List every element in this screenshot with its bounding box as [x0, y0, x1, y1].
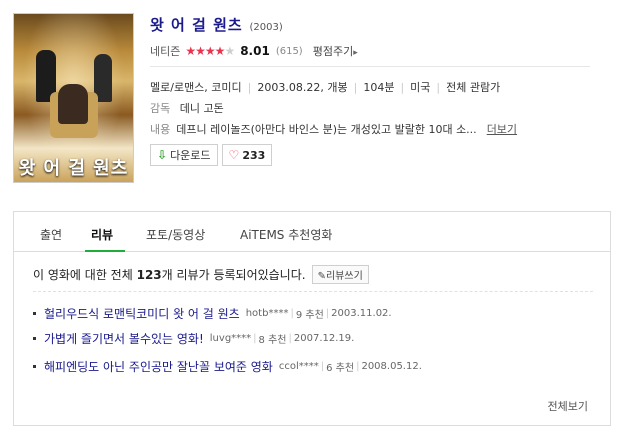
- review-date: 2008.05.12.: [361, 361, 422, 372]
- review-title[interactable]: 헐리우드식 로맨틱코미디 왓 어 걸 원츠: [44, 305, 240, 322]
- summary-row: 내용 데프니 레이놀즈(아만다 바인스 분)는 개성있고 발랄한 10대 소..…: [150, 121, 570, 137]
- movie-poster[interactable]: 왓 어 걸 원츠: [13, 13, 134, 183]
- review-recommend: 9 추천: [295, 310, 324, 321]
- review-user: luvg****: [209, 333, 252, 344]
- view-all-link[interactable]: 전체보기: [548, 398, 588, 414]
- separator: |: [247, 80, 252, 94]
- review-summary: 이 영화에 대한 전체 123 개 리뷰가 등록되어있습니다. ✎리뷰쓰기: [33, 265, 369, 284]
- separator: |: [400, 80, 405, 94]
- director-name[interactable]: 데니 고돈: [180, 102, 224, 115]
- title-row: 왓 어 걸 원츠 (2003): [150, 14, 283, 35]
- action-buttons: ⇩ 다운로드 ♡ 233: [150, 144, 276, 166]
- tab-bar: 출연 리뷰 포토/동영상 AiTEMS 추천영화: [14, 212, 610, 252]
- separator: |: [356, 361, 360, 372]
- write-review-label: 리뷰쓰기: [325, 271, 363, 282]
- review-date: 2003.11.02.: [331, 308, 392, 319]
- country: 미국: [410, 81, 431, 94]
- review-item: 헐리우드식 로맨틱코미디 왓 어 걸 원츠 hotb**** | 9 추천 | 20…: [33, 305, 392, 322]
- star-icon: ★: [195, 44, 206, 58]
- runtime: 104분: [363, 81, 395, 94]
- genre: 멜로/로맨스, 코미디: [150, 81, 242, 94]
- poster-figure-center: [58, 84, 88, 124]
- divider: [33, 291, 593, 292]
- bullet-icon: [33, 337, 36, 340]
- heart-icon: ♡: [228, 148, 240, 162]
- rate-link-label: 평점주기: [312, 45, 354, 58]
- like-count: 233: [242, 148, 266, 162]
- divider: [150, 66, 590, 67]
- rating-count: (615): [275, 45, 303, 57]
- star-rating: ★★★★★: [185, 44, 235, 58]
- star-icon: ★: [214, 44, 226, 58]
- chevron-right-icon: ▸: [353, 48, 358, 58]
- review-item: 가볍게 즐기면서 볼수있는 영화! luvg**** | 8 추천 | 2007.1…: [33, 330, 354, 347]
- review-user: hotb****: [245, 308, 289, 319]
- review-title[interactable]: 가볍게 즐기면서 볼수있는 영화!: [44, 330, 204, 347]
- star-empty-icon: ★: [224, 44, 235, 58]
- review-recommend: 6 추천: [326, 363, 355, 374]
- separator: |: [253, 333, 257, 344]
- more-link[interactable]: 더보기: [487, 121, 517, 137]
- review-summary-suffix: 개 리뷰가 등록되어있습니다.: [161, 268, 306, 282]
- poster-title: 왓 어 걸 원츠: [18, 158, 129, 179]
- bullet-icon: [33, 312, 36, 315]
- tab-review[interactable]: 리뷰: [91, 226, 113, 243]
- star-icon: ★: [185, 44, 196, 58]
- age-rating: 전체 관람가: [446, 81, 501, 94]
- download-icon: ⇩: [157, 148, 168, 162]
- review-recommend: 8 추천: [258, 335, 287, 346]
- separator: |: [320, 361, 325, 372]
- review-date: 2007.12.19.: [293, 333, 355, 344]
- review-item: 해피엔딩도 아닌 주인공만 잘난꼴 보여준 영화 ccol**** | 6 추천 |…: [33, 358, 422, 375]
- star-icon: ★: [204, 44, 216, 58]
- separator: |: [288, 333, 292, 344]
- rating-score: 8.01: [240, 44, 270, 58]
- pencil-icon: ✎: [317, 271, 326, 282]
- review-user: ccol****: [278, 361, 319, 372]
- tab-photo-video[interactable]: 포토/동영상: [146, 226, 205, 243]
- download-button[interactable]: ⇩ 다운로드: [150, 144, 218, 166]
- review-title[interactable]: 해피엔딩도 아닌 주인공만 잘난꼴 보여준 영화: [44, 358, 273, 375]
- tab-aitems[interactable]: AiTEMS 추천영화: [240, 226, 332, 243]
- rating-row: 네티즌 ★★★★★ 8.01 (615) 평점주기▸: [150, 43, 358, 59]
- separator: |: [353, 80, 358, 94]
- movie-year: (2003): [249, 22, 283, 33]
- summary-label: 내용: [150, 123, 171, 136]
- like-button[interactable]: ♡ 233: [221, 144, 273, 166]
- release-date: 2003.08.22, 개봉: [257, 81, 348, 94]
- rate-link[interactable]: 평점주기▸: [313, 43, 358, 59]
- director-label: 감독: [150, 102, 171, 115]
- director-row: 감독 데니 고돈: [150, 100, 224, 116]
- bullet-icon: [33, 365, 36, 368]
- rating-label: 네티즌: [150, 45, 181, 58]
- write-review-button[interactable]: ✎리뷰쓰기: [311, 265, 369, 284]
- movie-title[interactable]: 왓 어 걸 원츠: [150, 16, 243, 34]
- active-tab-indicator: [85, 250, 125, 252]
- summary-text: 데프니 레이놀즈(아만다 바인스 분)는 개성있고 발랄한 10대 소...: [176, 123, 477, 136]
- review-count: 123: [136, 267, 162, 282]
- tab-cast[interactable]: 출연: [40, 226, 62, 243]
- separator: |: [325, 308, 330, 319]
- review-summary-prefix: 이 영화에 대한 전체: [33, 268, 133, 282]
- download-label: 다운로드: [170, 149, 211, 162]
- review-panel: 출연 리뷰 포토/동영상 AiTEMS 추천영화 이 영화에 대한 전체 123…: [13, 211, 611, 426]
- separator: |: [290, 308, 294, 319]
- meta-row: 멜로/로맨스, 코미디 | 2003.08.22, 개봉 | 104분 | 미국…: [150, 79, 500, 95]
- separator: |: [436, 80, 441, 94]
